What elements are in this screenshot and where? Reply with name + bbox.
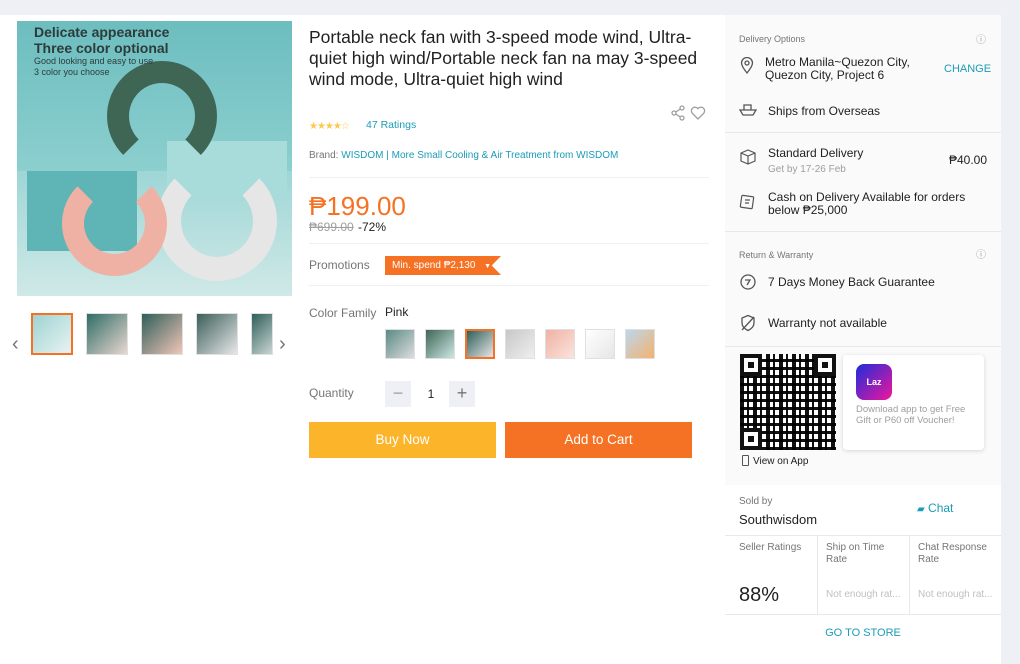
delivery-address: Metro Manila~Quezon City, Quezon City, P… [765,55,910,82]
cash-icon [739,194,757,214]
divider [309,243,709,244]
thumbnail[interactable] [196,313,238,355]
divider [309,285,709,286]
thumb-prev-icon[interactable]: ‹ [12,333,19,356]
chat-response-label: Chat Response Rate [918,542,987,565]
quantity-decrease-button[interactable]: − [385,381,411,407]
thumbnail[interactable] [141,313,183,355]
change-address-link[interactable]: CHANGE [944,63,991,75]
color-swatch[interactable] [505,329,535,359]
brand-link[interactable]: WISDOM [341,150,383,161]
color-family-label: Color Family [309,306,377,320]
return-policy: 7 Days Money Back Guarantee [768,275,935,289]
warranty-status: Warranty not available [768,316,887,330]
promotion-tag[interactable]: Min. spend ₱2,130 ▼ [385,256,501,275]
chevron-down-icon: ▼ [484,263,492,270]
chat-response-value: Not enough rat... [918,589,993,600]
brand-label: Brand: [309,150,339,161]
return-icon [739,273,757,295]
divider [909,536,910,614]
chat-icon: ▰ [917,504,925,515]
app-promo-text: Download app to get Free Gift or P60 off… [856,404,966,426]
sold-by-label: Sold by [739,496,773,507]
seller-ratings-label: Seller Ratings [739,542,802,553]
promotions-label: Promotions [309,258,370,272]
delivery-sidebar: Delivery Options ⓘ Metro Manila~Quezon C… [725,15,1001,664]
product-title: Portable neck fan with 3-speed mode wind… [309,27,698,89]
buy-now-button[interactable]: Buy Now [309,422,496,458]
go-to-store-link[interactable]: GO TO STORE [725,627,1001,639]
color-swatch[interactable] [585,329,615,359]
delivery-fee: ₱40.00 [949,153,988,167]
view-on-app[interactable]: View on App [742,455,808,467]
ships-from: Ships from Overseas [768,104,881,118]
divider [817,536,818,614]
info-icon[interactable]: ⓘ [976,31,986,46]
quantity-increase-button[interactable]: + [449,381,475,407]
delivery-box-icon [739,149,757,169]
return-warranty-heading: Return & Warranty [739,250,814,260]
quantity-label: Quantity [309,386,354,400]
image-caption: 3 color you choose [34,67,110,77]
lazada-logo: Laz [856,364,892,400]
color-swatch[interactable] [465,329,495,359]
original-price: ₱699.00 [309,220,354,234]
discount-badge: -72% [358,220,387,234]
standard-delivery: Standard Delivery [768,146,864,160]
image-caption: Three color optional [34,40,169,56]
seller-ratings-value: 88% [739,584,780,606]
divider [725,346,1001,347]
ship-on-time-value: Not enough rat... [826,589,901,600]
selected-color: Pink [385,305,409,319]
app-qr-code [740,354,836,450]
image-caption: Delicate appearance [34,24,170,40]
chat-button[interactable]: ▰ Chat [917,501,953,515]
phone-icon [742,455,749,466]
color-swatch[interactable] [385,329,415,359]
wishlist-heart-icon[interactable] [690,105,706,125]
divider [725,231,1001,232]
cash-on-delivery: Cash on Delivery Available for orders be… [768,190,966,217]
divider [725,535,1001,536]
seller-card: Sold by Southwisdom ▰ Chat Seller Rating… [725,485,1001,664]
current-price: ₱199.00 [309,191,406,221]
info-icon[interactable]: ⓘ [976,246,986,261]
brand-row: Brand: WISDOM | More Small Cooling & Air… [309,150,618,161]
view-on-app-label: View on App [753,456,809,467]
main-product-image[interactable]: Delicate appearance Three color optional… [17,21,292,296]
thumbnail[interactable] [251,313,273,355]
more-from-brand-link[interactable]: | More Small Cooling & Air Treatment fro… [386,150,618,161]
product-main-panel: Delicate appearance Three color optional… [0,15,725,664]
quantity-input[interactable]: 1 [411,387,451,401]
divider [725,614,1001,615]
ratings-link[interactable]: 47 Ratings [366,119,416,131]
divider [725,132,1001,133]
thumbnail[interactable] [86,313,128,355]
share-icon[interactable] [670,105,686,125]
color-swatch[interactable] [425,329,455,359]
shield-icon [739,314,757,336]
seller-name[interactable]: Southwisdom [739,512,817,527]
color-swatch[interactable] [545,329,575,359]
location-pin-icon [740,56,754,78]
ship-on-time-label: Ship on Time Rate [826,542,885,565]
thumbnail[interactable] [31,313,73,355]
delivery-eta: Get by 17-26 Feb [768,164,846,175]
image-caption: Good looking and easy to use [34,56,154,66]
divider [309,177,709,178]
delivery-options-heading: Delivery Options [739,34,806,44]
ship-icon [738,101,758,121]
add-to-cart-button[interactable]: Add to Cart [505,422,692,458]
app-download-card[interactable]: Laz Download app to get Free Gift or P60… [843,355,984,450]
thumb-next-icon[interactable]: › [279,333,286,356]
color-swatch[interactable] [625,329,655,359]
chat-label: Chat [928,501,954,515]
rating-stars: ★★★★☆ [309,121,350,132]
promotion-text: Min. spend ₱2,130 [392,260,476,271]
